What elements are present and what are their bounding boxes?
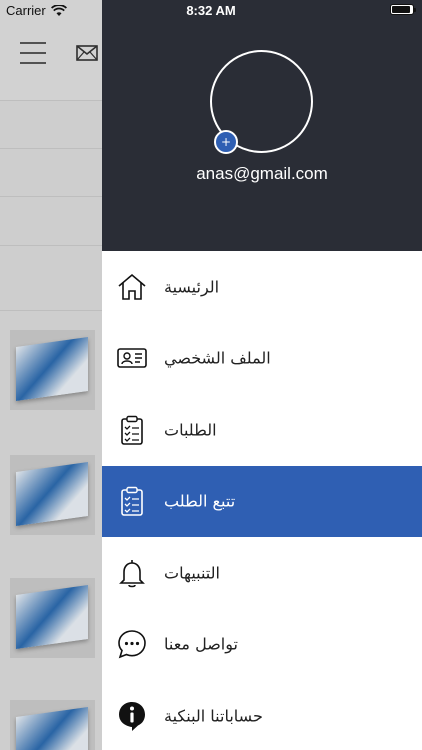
menu-item-label: الرئيسية [164,277,220,297]
bell-icon [119,559,145,588]
home-icon [118,273,146,300]
user-email: anas@gmail.com [196,164,328,183]
navigation-drawer: + anas@gmail.com الرئيسية الملف الشخصي ا… [102,0,422,750]
clipboard-icon [121,487,143,517]
menu-item-label: حساباتنا البنكية [164,706,263,726]
drawer-menu: الرئيسية الملف الشخصي الطلبات تتبع الطلب… [102,251,422,750]
menu-item-track-order[interactable]: تتبع الطلب [102,465,422,537]
info-icon [119,701,145,731]
battery-icon [390,4,416,15]
overlay-dim[interactable] [0,0,102,750]
menu-item-label: التنبيهات [164,563,220,583]
id-card-icon [117,348,147,369]
clipboard-icon [121,415,143,445]
status-bar: Carrier 8:32 AM [0,0,422,22]
chat-icon [118,630,146,659]
status-time: 8:32 AM [186,3,236,18]
menu-item-profile[interactable]: الملف الشخصي [102,323,422,395]
menu-item-contact[interactable]: تواصل معنا [102,609,422,681]
menu-item-notifications[interactable]: التنبيهات [102,537,422,609]
menu-item-label: الطلبات [164,420,217,440]
menu-item-orders[interactable]: الطلبات [102,394,422,466]
menu-item-bank-accounts[interactable]: حساباتنا البنكية [102,680,422,750]
add-photo-button[interactable]: + [214,130,238,154]
menu-item-label: الملف الشخصي [164,348,271,368]
menu-item-home[interactable]: الرئيسية [102,251,422,323]
menu-item-label: تواصل معنا [164,634,238,654]
menu-item-label: تتبع الطلب [164,491,236,511]
drawer-header: + anas@gmail.com [102,0,422,251]
